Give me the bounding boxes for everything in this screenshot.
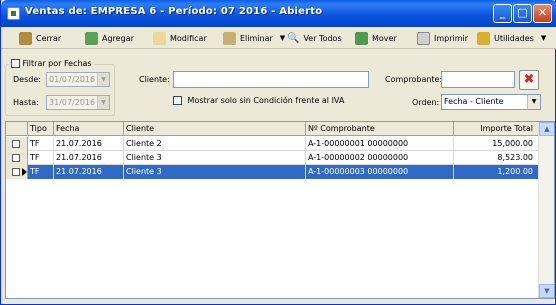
maximize-button[interactable]: □	[513, 4, 532, 23]
ver-todos-button[interactable]: 🔍 Ver Todos	[287, 30, 342, 46]
search-icon: 🔍	[287, 32, 300, 44]
print-icon	[417, 31, 430, 45]
eliminar-label: Eliminar	[240, 33, 273, 43]
agregar-button[interactable]: Agregar	[85, 30, 134, 46]
orden-label: Orden:	[412, 98, 440, 107]
row-checkbox[interactable]	[12, 140, 20, 148]
desde-field[interactable]: 01/07/2016 ▼	[46, 72, 110, 87]
iva-checkbox-row[interactable]: Mostrar solo sin Condición frente al IVA	[173, 96, 344, 105]
filtrar-label: Filtrar por Fechas	[22, 59, 92, 68]
cell-cliente: Cliente 3	[124, 165, 306, 179]
hasta-field[interactable]: 31/07/2016 ▼	[46, 95, 110, 110]
utilidades-button[interactable]: Utilidades ▼	[477, 30, 546, 46]
hasta-value: 31/07/2016	[49, 98, 96, 107]
window-title: Ventas de: EMPRESA 6 - Período: 07 2016 …	[25, 6, 323, 17]
desde-value: 01/07/2016	[49, 75, 96, 84]
comprobante-label: Comprobante:	[385, 75, 443, 84]
cell-importe: 8,523.00	[454, 151, 539, 165]
minimize-button[interactable]: _	[493, 4, 512, 23]
cliente-input[interactable]	[173, 71, 369, 88]
cell-tipo: TF	[28, 137, 54, 151]
cell-tipo: TF	[28, 165, 54, 179]
modificar-label: Modificar	[170, 33, 207, 43]
cerrar-button[interactable]: Cerrar	[19, 30, 61, 46]
app-icon	[7, 7, 20, 20]
mover-button[interactable]: Mover	[355, 30, 397, 46]
cliente-label: Cliente:	[139, 75, 170, 84]
title-bar: Ventas de: EMPRESA 6 - Período: 07 2016 …	[1, 0, 556, 27]
orden-select[interactable]: Fecha - Cliente ▼	[441, 94, 541, 110]
cell-importe: 1,200.00	[454, 165, 539, 179]
door-icon	[19, 31, 32, 45]
header-tipo[interactable]: Tipo	[28, 122, 54, 136]
table-header: Tipo Fecha Cliente Nº Comprobante Import…	[6, 122, 539, 136]
toolbar: Cerrar Agregar Modificar Eliminar ▼ 🔍 Ve…	[1, 27, 556, 49]
cell-fecha: 21.07.2016	[54, 137, 124, 151]
cell-fecha: 21.07.2016	[54, 165, 124, 179]
cerrar-label: Cerrar	[36, 33, 62, 43]
modificar-button[interactable]: Modificar	[153, 30, 207, 46]
mover-label: Mover	[372, 33, 397, 43]
header-comprobante[interactable]: Nº Comprobante	[306, 122, 454, 136]
chevron-down-icon[interactable]: ▼	[280, 34, 285, 42]
row-header[interactable]	[6, 165, 28, 179]
utilidades-label: Utilidades	[494, 33, 534, 43]
filtrar-checkbox-row[interactable]: Filtrar por Fechas	[9, 59, 94, 68]
hasta-label: Hasta:	[13, 98, 39, 107]
cell-comprobante: A-1-00000001 00000000	[306, 137, 454, 151]
cell-cliente: Cliente 3	[124, 151, 306, 165]
filtrar-checkbox[interactable]	[11, 59, 20, 68]
add-icon	[85, 31, 98, 45]
header-cliente[interactable]: Cliente	[124, 122, 306, 136]
desde-label: Desde:	[13, 75, 41, 84]
current-row-indicator-icon	[22, 168, 27, 176]
header-selector	[6, 122, 28, 136]
delete-icon	[223, 31, 236, 45]
cell-cliente: Cliente 2	[124, 137, 306, 151]
clear-filter-button[interactable]: ✖	[519, 70, 539, 90]
tools-icon	[477, 31, 490, 45]
imprimir-button[interactable]: Imprimir	[417, 30, 468, 46]
eliminar-button[interactable]: Eliminar ▼	[223, 30, 285, 46]
cell-comprobante: A-1-00000002 00000000	[306, 151, 454, 165]
row-checkbox[interactable]	[12, 168, 20, 176]
cell-comprobante: A-1-00000003 00000000	[306, 165, 454, 179]
table-row[interactable]: TF 21.07.2016 Cliente 3 A-1-00000002 000…	[6, 151, 539, 165]
row-checkbox[interactable]	[12, 154, 20, 162]
vertical-scrollbar[interactable]: ▲ ▼	[538, 122, 554, 298]
imprimir-label: Imprimir	[434, 33, 469, 43]
table-row[interactable]: TF 21.07.2016 Cliente 2 A-1-00000001 000…	[6, 137, 539, 151]
main-window: Ventas de: EMPRESA 6 - Período: 07 2016 …	[0, 0, 556, 305]
sales-table: Tipo Fecha Cliente Nº Comprobante Import…	[5, 121, 555, 299]
header-importe[interactable]: Importe Total	[454, 122, 539, 136]
chevron-down-icon[interactable]: ▼	[541, 34, 546, 42]
table-row-selected[interactable]: TF 21.07.2016 Cliente 3 A-1-00000003 000…	[6, 165, 539, 179]
iva-checkbox[interactable]	[173, 96, 182, 105]
cell-fecha: 21.07.2016	[54, 151, 124, 165]
chevron-down-icon[interactable]: ▼	[527, 95, 540, 109]
cell-tipo: TF	[28, 151, 54, 165]
header-fecha[interactable]: Fecha	[54, 122, 124, 136]
move-icon	[355, 31, 368, 45]
edit-icon	[153, 31, 166, 45]
scroll-down-icon[interactable]: ▼	[539, 284, 554, 298]
row-header[interactable]	[6, 151, 28, 165]
close-window-button[interactable]: ✕	[533, 4, 552, 23]
agregar-label: Agregar	[102, 33, 134, 43]
comprobante-input[interactable]	[441, 71, 515, 88]
chevron-down-icon[interactable]: ▼	[97, 73, 109, 86]
scroll-up-icon[interactable]: ▲	[539, 122, 554, 136]
row-header[interactable]	[6, 137, 28, 151]
close-x-icon: ✖	[523, 72, 535, 87]
ver-todos-label: Ver Todos	[303, 33, 342, 43]
cell-importe: 15,000.00	[454, 137, 539, 151]
chevron-down-icon[interactable]: ▼	[97, 96, 109, 109]
iva-label: Mostrar solo sin Condición frente al IVA	[187, 96, 345, 105]
orden-value: Fecha - Cliente	[444, 97, 504, 106]
